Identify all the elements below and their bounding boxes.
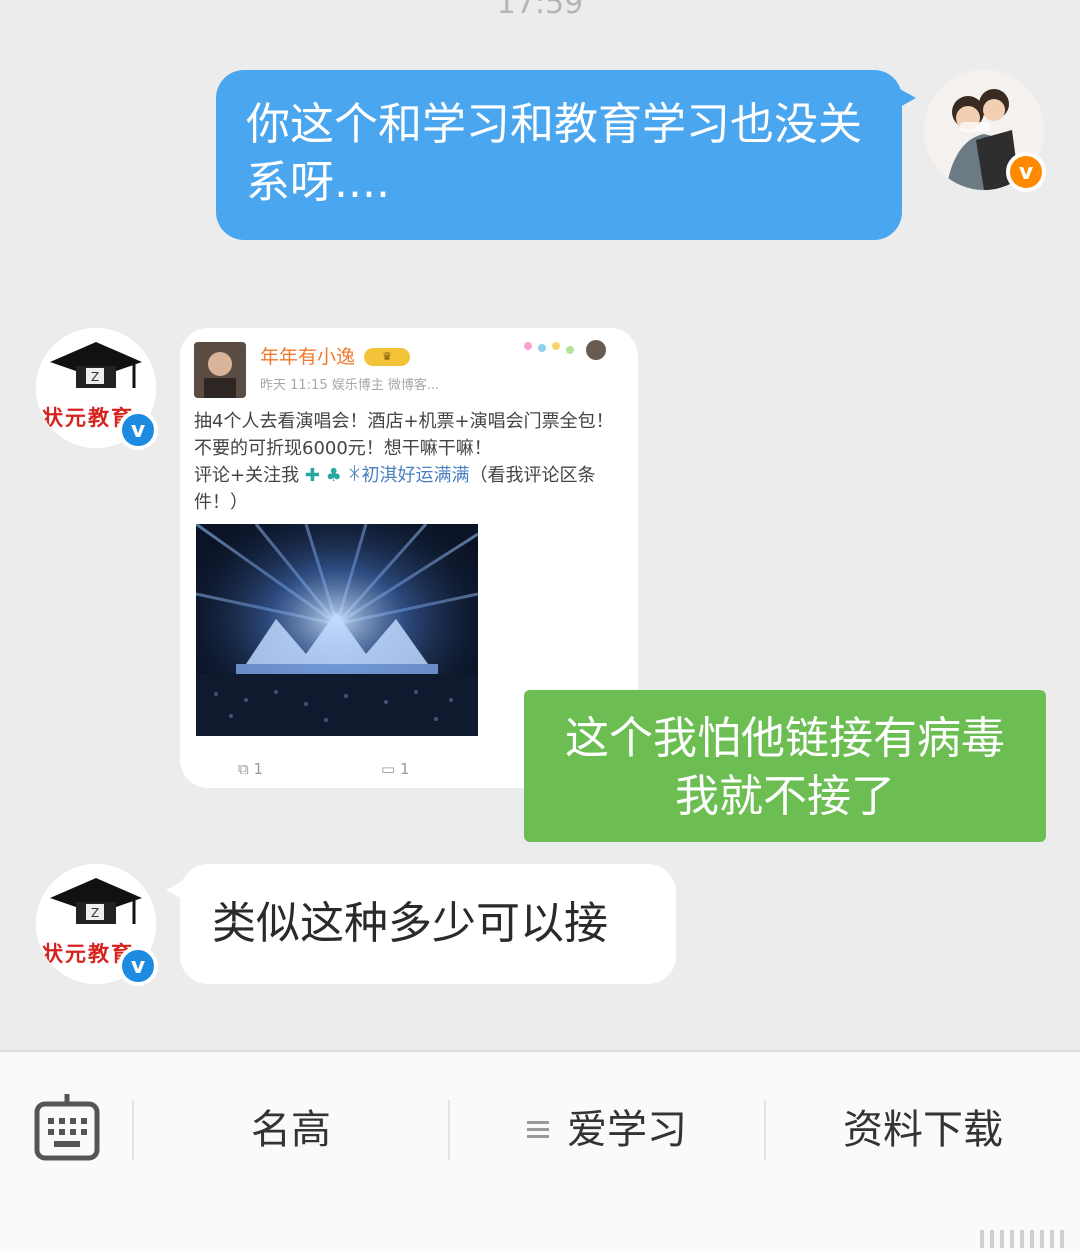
post-deco-sticker (524, 340, 606, 360)
post-text-line-1: 抽4个人去看演唱会！酒店+机票+演唱会门票全包！不要的可折现6000元！想干嘛干… (194, 411, 614, 459)
keyboard-toggle-button[interactable] (34, 1094, 100, 1162)
menu-item-2[interactable]: 爱学习 (450, 1100, 764, 1160)
post-concert-photo[interactable] (196, 524, 478, 736)
chat-timestamp: 17:59 (496, 0, 584, 21)
menu-item-2-label: 爱学习 (567, 1107, 687, 1153)
post-author-name[interactable]: 年年有小逸 (260, 342, 355, 369)
menu-lines-icon (527, 1117, 549, 1142)
keyboard-icon (34, 1094, 100, 1161)
verified-icon: v (118, 946, 158, 986)
self-avatar[interactable]: v (924, 70, 1046, 192)
menu-item-1-label: 名高 (251, 1107, 331, 1153)
contact-avatar[interactable]: Z 状元教育 v (36, 328, 158, 450)
svg-text:Z: Z (91, 370, 99, 384)
comment-count-value: 1 (399, 760, 410, 778)
watermark-stripes (980, 1230, 1064, 1248)
post-meta: 昨天 11:15 娱乐博主 微博客... (260, 378, 440, 393)
post-text: 抽4个人去看演唱会！酒店+机票+演唱会门票全包！不要的可折现6000元！想干嘛干… (194, 408, 624, 516)
verified-icon: v (118, 410, 158, 450)
comment-count[interactable]: ▭ 1 (381, 760, 410, 778)
comment-icon: ▭ (381, 760, 400, 778)
post-author-thumbnail (194, 342, 246, 398)
repost-icon: ⧉ (238, 760, 254, 778)
menu-item-3-label: 资料下载 (843, 1107, 1003, 1153)
post-text-line-2: 评论+关注我 (194, 465, 305, 486)
bottom-menu-bar: 名高 爱学习 资料下载 (0, 1050, 1080, 1249)
menu-item-3[interactable]: 资料下载 (766, 1100, 1080, 1160)
plus-icon: ✚ ♣ (304, 465, 348, 486)
post-stats: ⧉ 1 ▭ 1 (238, 760, 410, 778)
message-bubble-sent[interactable]: 你这个和学习和教育学习也没关系呀.... (216, 70, 916, 240)
post-mention-link[interactable]: ꁘ初淇好运满满 (347, 465, 469, 486)
message-bubble-received[interactable]: 类似这种多少可以接 (166, 864, 676, 984)
verified-icon: v (1006, 152, 1046, 192)
repost-count-value: 1 (253, 760, 264, 778)
menu-item-1[interactable]: 名高 (134, 1100, 448, 1160)
svg-text:Z: Z (91, 906, 99, 920)
system-nav-bar (0, 1222, 1080, 1249)
post-author-badge: ♛ (364, 348, 410, 366)
repost-count[interactable]: ⧉ 1 (238, 760, 263, 778)
contact-avatar[interactable]: Z 状元教育 v (36, 864, 158, 986)
message-bubble-sent-green[interactable]: 这个我怕他链接有病毒我就不接了 (524, 690, 1046, 842)
